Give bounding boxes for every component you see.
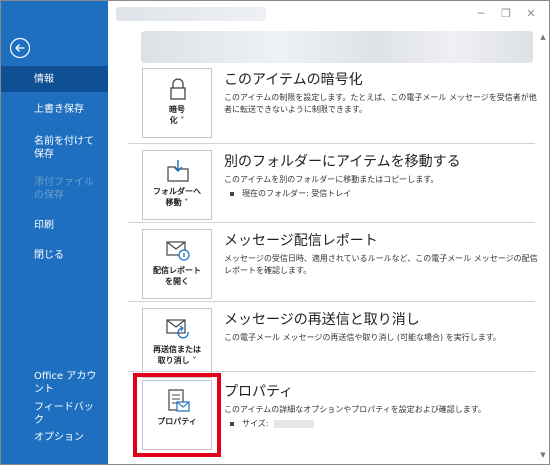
size-info: サイズ: [224, 418, 539, 430]
highlight-box [133, 373, 221, 457]
back-arrow-icon[interactable] [9, 37, 31, 59]
divider [128, 143, 535, 144]
redacted-message-header [141, 31, 533, 63]
section-resend-recall: 再送信または 取り消し ˅ メッセージの再送信と取り消し この電子メール メッセ… [122, 303, 539, 380]
redacted-title [116, 7, 266, 21]
current-folder-info: 現在のフォルダー: 受信トレイ [224, 188, 539, 200]
nav-print[interactable]: 印刷 [1, 219, 108, 232]
vertical-scrollbar[interactable]: ▲ ▼ [539, 33, 547, 459]
divider [128, 371, 535, 372]
bullet-icon [230, 191, 234, 196]
section-delivery-report: 配信レポート を開く メッセージ配信レポート メッセージの受信日時、適用されてい… [122, 224, 539, 301]
delivery-report-label: 配信レポート を開く [153, 266, 201, 286]
resend-recall-label: 再送信または 取り消し ˅ [153, 345, 201, 365]
resend-recall-button[interactable]: 再送信または 取り消し ˅ [142, 308, 212, 378]
nav-options[interactable]: オプション [1, 431, 108, 444]
restore-button[interactable]: ❐ [498, 6, 514, 22]
section-title: このアイテムの暗号化 [224, 72, 363, 88]
divider [128, 301, 535, 302]
size-label: サイズ: [242, 419, 269, 428]
section-encrypt: 暗号 化 ˅ このアイテムの暗号化 このアイテムの制限を設定します。たとえば、こ… [122, 63, 539, 140]
section-description: このアイテムを別のフォルダーに移動またはコピーします。 [224, 175, 439, 184]
minimize-button[interactable]: ─ [473, 6, 489, 22]
nav-close[interactable]: 閉じる [1, 249, 108, 262]
scroll-up-icon[interactable]: ▲ [539, 33, 547, 41]
title-bar: ─ ❐ ✕ [108, 1, 549, 28]
backstage-window: 情報 上書き保存 名前を付けて保存 添付ファイルの保存 印刷 閉じる Offic… [0, 0, 550, 465]
backstage-sidebar: 情報 上書き保存 名前を付けて保存 添付ファイルの保存 印刷 閉じる Offic… [1, 1, 108, 464]
encrypt-button-label: 暗号 化 ˅ [169, 105, 185, 125]
section-title: 別のフォルダーにアイテムを移動する [224, 154, 461, 170]
divider [128, 222, 535, 223]
section-description: このアイテムの詳細なオプションやプロパティを設定および確認します。 [224, 405, 486, 414]
nav-save[interactable]: 上書き保存 [1, 103, 108, 116]
nav-save-attachments: 添付ファイルの保存 [34, 177, 94, 201]
delivery-report-icon [166, 241, 190, 261]
scroll-down-icon[interactable]: ▼ [539, 451, 547, 459]
section-description: この電子メール メッセージの再送信や取り消し (可能な場合) を実行します。 [224, 333, 501, 342]
section-title: メッセージ配信レポート [224, 233, 378, 249]
move-to-folder-label: フォルダーへ 移動 ˅ [153, 187, 201, 207]
close-window-button[interactable]: ✕ [523, 6, 539, 22]
nav-feedback[interactable]: フィードバック [1, 401, 108, 427]
move-to-folder-button[interactable]: フォルダーへ 移動 ˅ [142, 150, 212, 220]
current-folder-text: 現在のフォルダー: 受信トレイ [242, 189, 352, 198]
encrypt-button[interactable]: 暗号 化 ˅ [142, 68, 212, 138]
nav-save-as[interactable]: 名前を付けて保存 [1, 135, 108, 161]
section-title: メッセージの再送信と取り消し [224, 312, 420, 328]
bullet-icon [230, 421, 234, 426]
section-description: メッセージの受信日時、適用されているルールなど、この電子メール メッセージの配信… [224, 254, 538, 275]
section-description: このアイテムの制限を設定します。たとえば、この電子メール メッセージを受信者が他… [224, 93, 537, 114]
move-to-folder-icon [167, 160, 189, 182]
lock-icon [170, 78, 186, 100]
resend-recall-icon [166, 319, 189, 339]
redacted-size-value [274, 419, 315, 428]
section-title: プロパティ [224, 384, 294, 400]
delivery-report-button[interactable]: 配信レポート を開く [142, 229, 212, 299]
nav-office-account[interactable]: Office アカウント [1, 370, 108, 396]
section-move: フォルダーへ 移動 ˅ 別のフォルダーにアイテムを移動する このアイテムを別のフ… [122, 145, 539, 222]
nav-info[interactable]: 情報 [1, 66, 108, 92]
